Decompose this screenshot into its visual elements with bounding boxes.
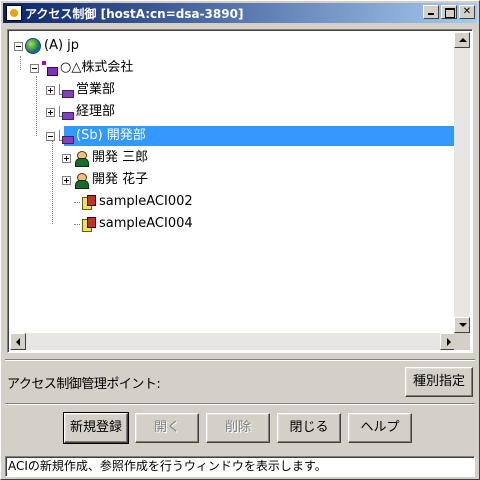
help-button[interactable]: ヘルプ <box>348 413 412 443</box>
aci-point-label: アクセス制御管理ポイント: <box>7 377 161 392</box>
scroll-corner <box>454 333 470 350</box>
collapse-toggle[interactable] <box>14 41 23 51</box>
horizontal-scrollbar[interactable] <box>10 333 456 350</box>
title-bar[interactable]: アクセス制御 [hostA:cn=dsa-3890] ✕ <box>3 3 477 23</box>
org-unit-icon <box>57 82 74 98</box>
collapse-toggle[interactable] <box>46 131 55 141</box>
person-icon <box>73 172 89 189</box>
status-bar: ACIの新規作成、参照作成を行うウィンドウを表示します。 <box>5 456 475 477</box>
tree-node-label: (Sb) 開発部 <box>74 127 148 145</box>
tree-node-label: 開発 花子 <box>92 172 149 187</box>
expand-toggle[interactable] <box>46 107 55 117</box>
organization-icon <box>41 60 58 76</box>
maximize-button[interactable] <box>441 5 457 19</box>
directory-tree-panel: (A) jp ○△株式会社 営業部 経理部 (Sb) 開発部 開発 三郎 開発 … <box>7 29 473 353</box>
person-icon <box>73 150 89 167</box>
tree-node-label: ○△株式会社 <box>60 60 134 75</box>
org-unit-icon <box>57 128 74 144</box>
type-spec-button[interactable]: 種別指定 <box>405 367 473 397</box>
aci-icon <box>80 216 96 232</box>
tree-node-person[interactable]: 開発 花子 <box>62 170 150 190</box>
tree-node-label: (A) jp <box>44 38 80 53</box>
tree-node-label: sampleACI002 <box>99 194 193 209</box>
aci-icon <box>80 194 96 210</box>
vertical-scrollbar[interactable] <box>454 32 470 333</box>
java-app-icon <box>6 5 22 21</box>
tree-guide-line <box>52 136 53 224</box>
register-button[interactable]: 新規登録 <box>63 412 129 444</box>
expand-toggle[interactable] <box>62 153 71 163</box>
org-unit-icon <box>57 104 74 120</box>
separator <box>5 359 475 361</box>
close-button[interactable]: 閉じる <box>277 413 341 443</box>
tree-node-development[interactable]: (Sb) 開発部 <box>46 126 148 146</box>
open-button[interactable]: 開く <box>135 413 199 443</box>
window-title: アクセス制御 [hostA:cn=dsa-3890] <box>25 6 244 21</box>
main-window: アクセス制御 [hostA:cn=dsa-3890] ✕ (A) jp ○△株式… <box>0 0 480 480</box>
scroll-down-button[interactable] <box>454 317 470 333</box>
globe-icon <box>25 38 41 54</box>
minimize-button[interactable] <box>423 5 439 19</box>
scroll-left-button[interactable] <box>10 333 26 350</box>
expand-toggle[interactable] <box>62 175 71 185</box>
tree-node-person[interactable]: 開発 三郎 <box>62 148 150 168</box>
tree-guide-line <box>36 76 37 136</box>
window-controls: ✕ <box>421 5 475 19</box>
tree-node-accounting[interactable]: 経理部 <box>46 102 117 122</box>
expand-toggle[interactable] <box>46 85 55 95</box>
close-window-button[interactable]: ✕ <box>459 5 475 19</box>
tree-node-org[interactable]: ○△株式会社 <box>30 58 135 78</box>
scroll-up-button[interactable] <box>454 32 470 48</box>
tree-node-label: 経理部 <box>76 104 116 119</box>
delete-button[interactable]: 削除 <box>206 413 270 443</box>
tree-node-root[interactable]: (A) jp <box>14 36 81 56</box>
tree-node-sales[interactable]: 営業部 <box>46 80 117 100</box>
tree-node-label: sampleACI004 <box>99 216 193 231</box>
tree-node-aci[interactable]: sampleACI004 <box>74 214 195 234</box>
collapse-toggle[interactable] <box>30 63 39 73</box>
tree-node-label: 営業部 <box>76 82 116 97</box>
tree-guide-line <box>20 56 21 70</box>
separator <box>5 403 475 405</box>
tree-node-label: 開発 三郎 <box>92 150 149 165</box>
tree-node-aci[interactable]: sampleACI002 <box>74 192 195 212</box>
directory-tree[interactable]: (A) jp ○△株式会社 営業部 経理部 (Sb) 開発部 開発 三郎 開発 … <box>10 32 456 333</box>
